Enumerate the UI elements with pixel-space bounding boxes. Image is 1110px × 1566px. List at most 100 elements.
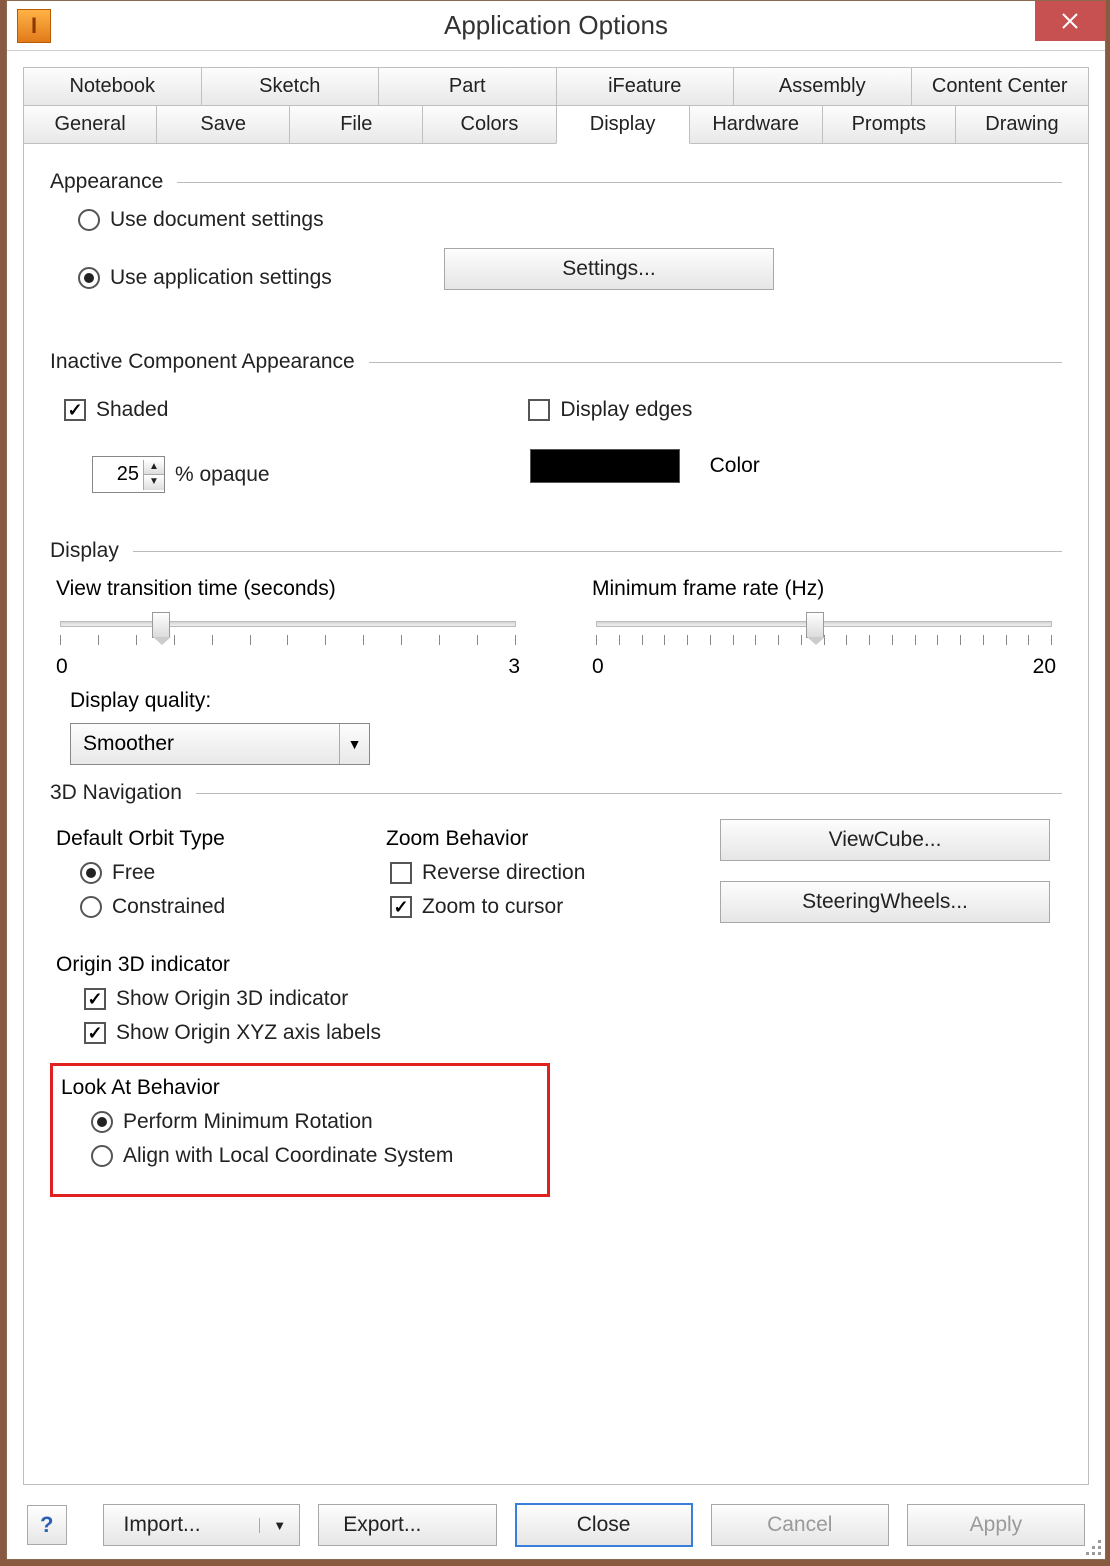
tab-save[interactable]: Save <box>156 105 290 144</box>
tab-notebook[interactable]: Notebook <box>23 67 202 105</box>
dialog-body: Notebook Sketch Part iFeature Assembly C… <box>7 51 1105 1559</box>
tab-panel: Appearance Use document settings Use app… <box>23 143 1089 1485</box>
mfr-slider[interactable] <box>596 621 1052 627</box>
slider-thumb-icon[interactable] <box>152 612 170 638</box>
quality-combo[interactable]: Smoother ▼ <box>70 723 370 765</box>
close-button[interactable]: Close <box>515 1503 693 1547</box>
check-zoom-cursor[interactable]: Zoom to cursor <box>390 895 680 919</box>
radio-use-document[interactable]: Use document settings <box>78 208 1062 232</box>
radio-label: Use application settings <box>110 266 332 290</box>
tab-prompts[interactable]: Prompts <box>822 105 956 144</box>
radio-label: Free <box>112 861 155 885</box>
group-display-label: Display <box>50 539 119 563</box>
tab-display[interactable]: Display <box>556 105 690 144</box>
radio-icon <box>78 209 100 231</box>
checkbox-icon <box>84 1022 106 1044</box>
tab-content-center[interactable]: Content Center <box>911 67 1090 105</box>
check-shaded[interactable]: Shaded <box>64 398 168 422</box>
export-button[interactable]: Export... <box>318 1504 496 1546</box>
tab-file[interactable]: File <box>289 105 423 144</box>
steeringwheels-button[interactable]: SteeringWheels... <box>720 881 1050 923</box>
checkbox-icon <box>390 862 412 884</box>
vtt-slider[interactable] <box>60 621 516 627</box>
check-label: Show Origin XYZ axis labels <box>116 1021 381 1045</box>
group-appearance-label: Appearance <box>50 170 163 194</box>
tab-sketch[interactable]: Sketch <box>201 67 380 105</box>
radio-label: Constrained <box>112 895 225 919</box>
titlebar: I Application Options <box>7 1 1105 51</box>
radio-label: Align with Local Coordinate System <box>123 1144 453 1168</box>
radio-label: Perform Minimum Rotation <box>123 1110 373 1134</box>
tab-drawing[interactable]: Drawing <box>955 105 1089 144</box>
check-label: Zoom to cursor <box>422 895 563 919</box>
radio-orbit-constrained[interactable]: Constrained <box>80 895 340 919</box>
check-label: Show Origin 3D indicator <box>116 987 348 1011</box>
chevron-down-icon: ▼ <box>259 1518 299 1533</box>
help-button[interactable]: ? <box>27 1505 67 1545</box>
zoom-title: Zoom Behavior <box>386 827 674 851</box>
radio-icon <box>80 862 102 884</box>
radio-icon <box>91 1111 113 1133</box>
dialog-footer: ? Import... ▼ Export... Close Cancel App… <box>27 1503 1085 1547</box>
vtt-min: 0 <box>56 655 68 679</box>
group-display: Display <box>50 539 1062 563</box>
opaque-label: % opaque <box>175 463 270 487</box>
tab-strip: Notebook Sketch Part iFeature Assembly C… <box>23 67 1089 144</box>
viewcube-button[interactable]: ViewCube... <box>720 819 1050 861</box>
slider-thumb-icon[interactable] <box>806 612 824 638</box>
check-label: Display edges <box>560 398 692 422</box>
lookat-highlight: Look At Behavior Perform Minimum Rotatio… <box>50 1063 550 1197</box>
close-icon[interactable] <box>1035 1 1105 41</box>
dialog-window: I Application Options Notebook Sketch Pa… <box>6 0 1106 1560</box>
dialog-title: Application Options <box>7 10 1105 41</box>
group-3dnav-label: 3D Navigation <box>50 781 182 805</box>
check-label: Reverse direction <box>422 861 585 885</box>
tab-general[interactable]: General <box>23 105 157 144</box>
app-icon: I <box>17 9 51 43</box>
radio-icon <box>78 267 100 289</box>
color-label: Color <box>710 454 760 478</box>
check-reverse[interactable]: Reverse direction <box>390 861 680 885</box>
quality-label: Display quality: <box>70 689 1062 713</box>
group-appearance: Appearance <box>50 170 1062 194</box>
chevron-down-icon: ▼ <box>339 724 369 764</box>
radio-orbit-free[interactable]: Free <box>80 861 340 885</box>
quality-value: Smoother <box>71 724 339 764</box>
check-show-labels[interactable]: Show Origin XYZ axis labels <box>84 1021 1062 1045</box>
cancel-button[interactable]: Cancel <box>711 1504 889 1546</box>
radio-label: Use document settings <box>110 208 324 232</box>
group-inactive: Inactive Component Appearance <box>50 350 1062 374</box>
check-label: Shaded <box>96 398 168 422</box>
help-icon: ? <box>40 1512 53 1538</box>
radio-align-local[interactable]: Align with Local Coordinate System <box>91 1144 539 1168</box>
settings-button[interactable]: Settings... <box>444 248 774 290</box>
mfr-slider-block: Minimum frame rate (Hz) 0 20 <box>586 577 1062 679</box>
apply-button[interactable]: Apply <box>907 1504 1085 1546</box>
opaque-row: ▲ ▼ % opaque <box>92 456 270 493</box>
mfr-label: Minimum frame rate (Hz) <box>592 577 1062 601</box>
tab-ifeature[interactable]: iFeature <box>556 67 735 105</box>
tab-assembly[interactable]: Assembly <box>733 67 912 105</box>
check-show-origin[interactable]: Show Origin 3D indicator <box>84 987 1062 1011</box>
import-button[interactable]: Import... ▼ <box>103 1504 301 1546</box>
check-display-edges[interactable]: Display edges <box>528 398 692 422</box>
tab-row-1: Notebook Sketch Part iFeature Assembly C… <box>23 67 1089 105</box>
opaque-spinner[interactable]: ▲ ▼ <box>92 456 165 493</box>
mfr-max: 20 <box>1033 655 1056 679</box>
radio-icon <box>80 896 102 918</box>
vtt-max: 3 <box>508 655 520 679</box>
checkbox-icon <box>84 988 106 1010</box>
tab-hardware[interactable]: Hardware <box>689 105 823 144</box>
tab-colors[interactable]: Colors <box>422 105 556 144</box>
spinner-down-icon[interactable]: ▼ <box>144 475 164 490</box>
radio-min-rotation[interactable]: Perform Minimum Rotation <box>91 1110 539 1134</box>
checkbox-icon <box>64 399 86 421</box>
color-swatch[interactable] <box>530 449 680 483</box>
vtt-label: View transition time (seconds) <box>56 577 526 601</box>
spinner-up-icon[interactable]: ▲ <box>144 460 164 475</box>
resize-grip-icon[interactable] <box>1085 1539 1103 1557</box>
group-3dnav: 3D Navigation <box>50 781 1062 805</box>
tab-part[interactable]: Part <box>378 67 557 105</box>
orbit-title: Default Orbit Type <box>56 827 334 851</box>
opaque-input[interactable] <box>93 457 143 492</box>
